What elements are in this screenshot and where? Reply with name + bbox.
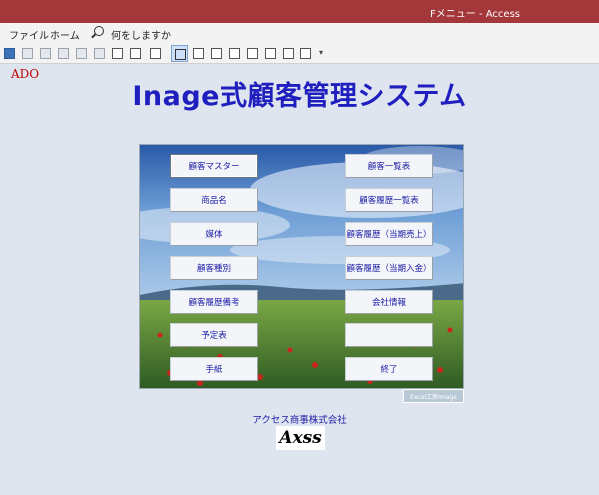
- company-info-button[interactable]: 会社情報: [345, 290, 433, 314]
- customer-list-button[interactable]: 顧客一覧表: [345, 154, 433, 178]
- company-name: アクセス商事株式会社: [252, 415, 347, 426]
- redo-icon[interactable]: [150, 48, 161, 59]
- window-title-bar: Fメニュー - Access: [0, 0, 599, 23]
- design-view-icon[interactable]: [193, 48, 204, 59]
- letter-button[interactable]: 手紙: [170, 357, 258, 381]
- customer-history-notes-button[interactable]: 顧客履歴備考: [170, 290, 258, 314]
- form-view-icon[interactable]: [171, 45, 188, 62]
- copy-icon[interactable]: [40, 48, 51, 59]
- quick-access-toolbar: ▾: [0, 43, 599, 64]
- undo-icon[interactable]: [130, 48, 141, 59]
- app-title: Inage式顧客管理システム: [132, 81, 467, 112]
- customer-history-sales-button[interactable]: 顧客履歴（当期売上）: [345, 222, 433, 246]
- exit-button[interactable]: 終了: [345, 357, 433, 381]
- media-button[interactable]: 媒体: [170, 222, 258, 246]
- customer-master-button[interactable]: 顧客マスター: [170, 154, 258, 178]
- datasheet-view-icon[interactable]: [211, 48, 222, 59]
- image-credit-label: Excel工房Image: [403, 389, 464, 403]
- menu-home[interactable]: ホーム: [50, 27, 80, 42]
- product-name-button[interactable]: 商品名: [170, 188, 258, 212]
- menu-file[interactable]: ファイル: [9, 27, 49, 42]
- align-center-icon[interactable]: [76, 48, 87, 59]
- customer-type-button[interactable]: 顧客種別: [170, 256, 258, 280]
- cut-icon[interactable]: [22, 48, 33, 59]
- search-icon[interactable]: [94, 26, 104, 36]
- relationships-icon[interactable]: [300, 48, 311, 59]
- main-menu-panel: 顧客マスター 商品名 媒体 顧客種別 顧客履歴備考 予定表 手紙 顧客一覧表 顧…: [139, 144, 464, 389]
- print-icon[interactable]: [247, 48, 258, 59]
- tell-me-search[interactable]: 何をしますか: [111, 27, 171, 42]
- blank-button[interactable]: [345, 323, 433, 347]
- align-right-icon[interactable]: [94, 48, 105, 59]
- customer-history-list-button[interactable]: 顧客履歴一覧表: [345, 188, 433, 212]
- refresh-icon[interactable]: [283, 48, 294, 59]
- customer-history-deposits-button[interactable]: 顧客履歴（当期入金）: [345, 256, 433, 280]
- window-title: Fメニュー - Access: [430, 9, 520, 20]
- print-preview-icon[interactable]: [265, 48, 276, 59]
- layout-view-icon[interactable]: [229, 48, 240, 59]
- align-left-icon[interactable]: [58, 48, 69, 59]
- schedule-button[interactable]: 予定表: [170, 323, 258, 347]
- paste-icon[interactable]: [112, 48, 123, 59]
- save-icon[interactable]: [4, 48, 15, 59]
- ribbon-menu-bar: ファイル ホーム 何をしますか: [0, 23, 599, 43]
- customize-toolbar-icon[interactable]: ▾: [319, 48, 323, 57]
- company-logo: Axss: [276, 426, 325, 450]
